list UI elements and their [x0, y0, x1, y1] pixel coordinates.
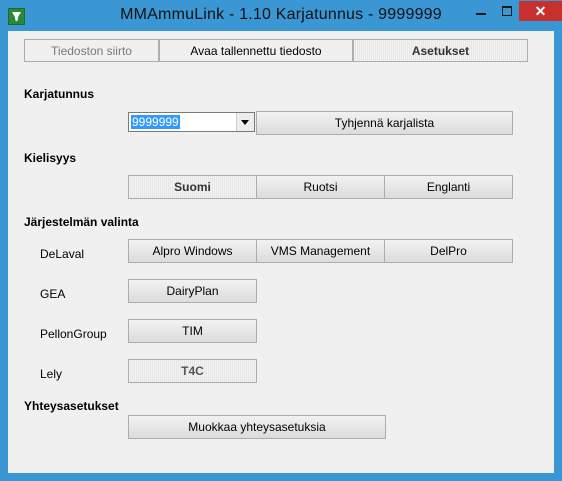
t4c-button[interactable]: T4C — [128, 359, 257, 383]
pellongroup-label: PellonGroup — [40, 327, 107, 341]
maximize-button[interactable] — [494, 1, 520, 21]
delaval-label: DeLaval — [40, 247, 85, 261]
clear-herd-list-button[interactable]: Tyhjennä karjalista — [256, 111, 513, 135]
lely-label: Lely — [40, 367, 63, 381]
tab-file-transfer[interactable]: Tiedoston siirto — [24, 39, 159, 62]
client-area: Tiedoston siirto Avaa tallennettu tiedos… — [8, 31, 554, 473]
app-window: MMAmmuLink - 1.10 Karjatunnus - 9999999 … — [0, 0, 562, 481]
connection-settings-heading: Yhteysasetukset — [24, 399, 119, 413]
minimize-button[interactable] — [468, 1, 494, 21]
language-english-button[interactable]: Englanti — [384, 175, 513, 199]
tab-panel: Tiedoston siirto Avaa tallennettu tiedos… — [8, 31, 554, 473]
edit-connection-settings-button[interactable]: Muokkaa yhteysasetuksia — [128, 415, 386, 439]
language-finnish-button[interactable]: Suomi — [128, 175, 257, 199]
karjatunnus-heading: Karjatunnus — [24, 87, 95, 101]
karjatunnus-select[interactable]: 9999999 — [128, 112, 255, 132]
chevron-down-icon[interactable] — [236, 113, 254, 131]
language-swedish-button[interactable]: Ruotsi — [256, 175, 385, 199]
alpro-windows-button[interactable]: Alpro Windows — [128, 239, 257, 263]
close-button[interactable]: ✕ — [519, 1, 562, 21]
dairyplan-button[interactable]: DairyPlan — [128, 279, 257, 303]
gea-label: GEA — [40, 287, 66, 301]
system-selection-heading: Järjestelmän valinta — [24, 215, 139, 229]
kielisyys-heading: Kielisyys — [24, 151, 77, 165]
delpro-button[interactable]: DelPro — [384, 239, 513, 263]
close-icon: ✕ — [534, 3, 547, 19]
tab-settings[interactable]: Asetukset — [353, 39, 528, 62]
title-bar: MMAmmuLink - 1.10 Karjatunnus - 9999999 … — [0, 0, 562, 31]
tim-button[interactable]: TIM — [128, 319, 257, 343]
karjatunnus-value: 9999999 — [131, 115, 180, 129]
vms-management-button[interactable]: VMS Management — [256, 239, 385, 263]
tab-open-saved-file[interactable]: Avaa tallennettu tiedosto — [159, 39, 353, 62]
